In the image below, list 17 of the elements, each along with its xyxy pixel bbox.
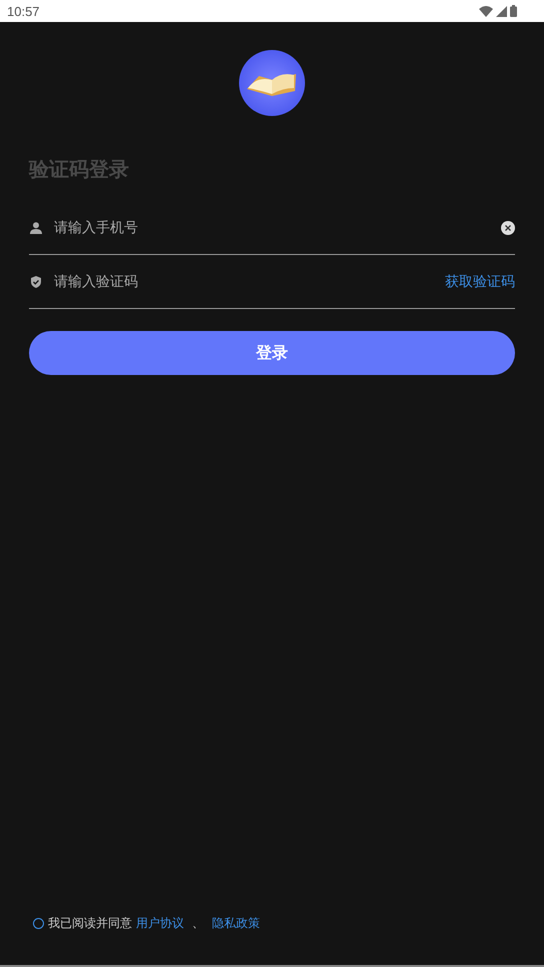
clear-icon[interactable] xyxy=(501,220,515,234)
login-button[interactable]: 登录 xyxy=(29,331,515,375)
shield-icon xyxy=(30,276,42,288)
battery-icon xyxy=(510,5,517,17)
person-icon xyxy=(30,222,42,234)
wifi-icon xyxy=(479,6,493,16)
user-agreement-link[interactable]: 用户协议 xyxy=(136,915,184,932)
get-code-link[interactable]: 获取验证码 xyxy=(445,272,515,290)
agreement-checkbox[interactable] xyxy=(33,918,44,929)
separator: 、 xyxy=(192,915,204,932)
agreement-text: 我已阅读并同意 xyxy=(48,915,132,932)
phone-field[interactable]: 请输入手机号 xyxy=(54,220,489,236)
book-logo-icon xyxy=(239,50,305,116)
status-time: 10:57 xyxy=(7,4,40,18)
signal-icon xyxy=(496,6,507,16)
code-field[interactable]: 请输入验证码 xyxy=(54,274,433,290)
privacy-policy-link[interactable]: 隐私政策 xyxy=(212,915,260,932)
